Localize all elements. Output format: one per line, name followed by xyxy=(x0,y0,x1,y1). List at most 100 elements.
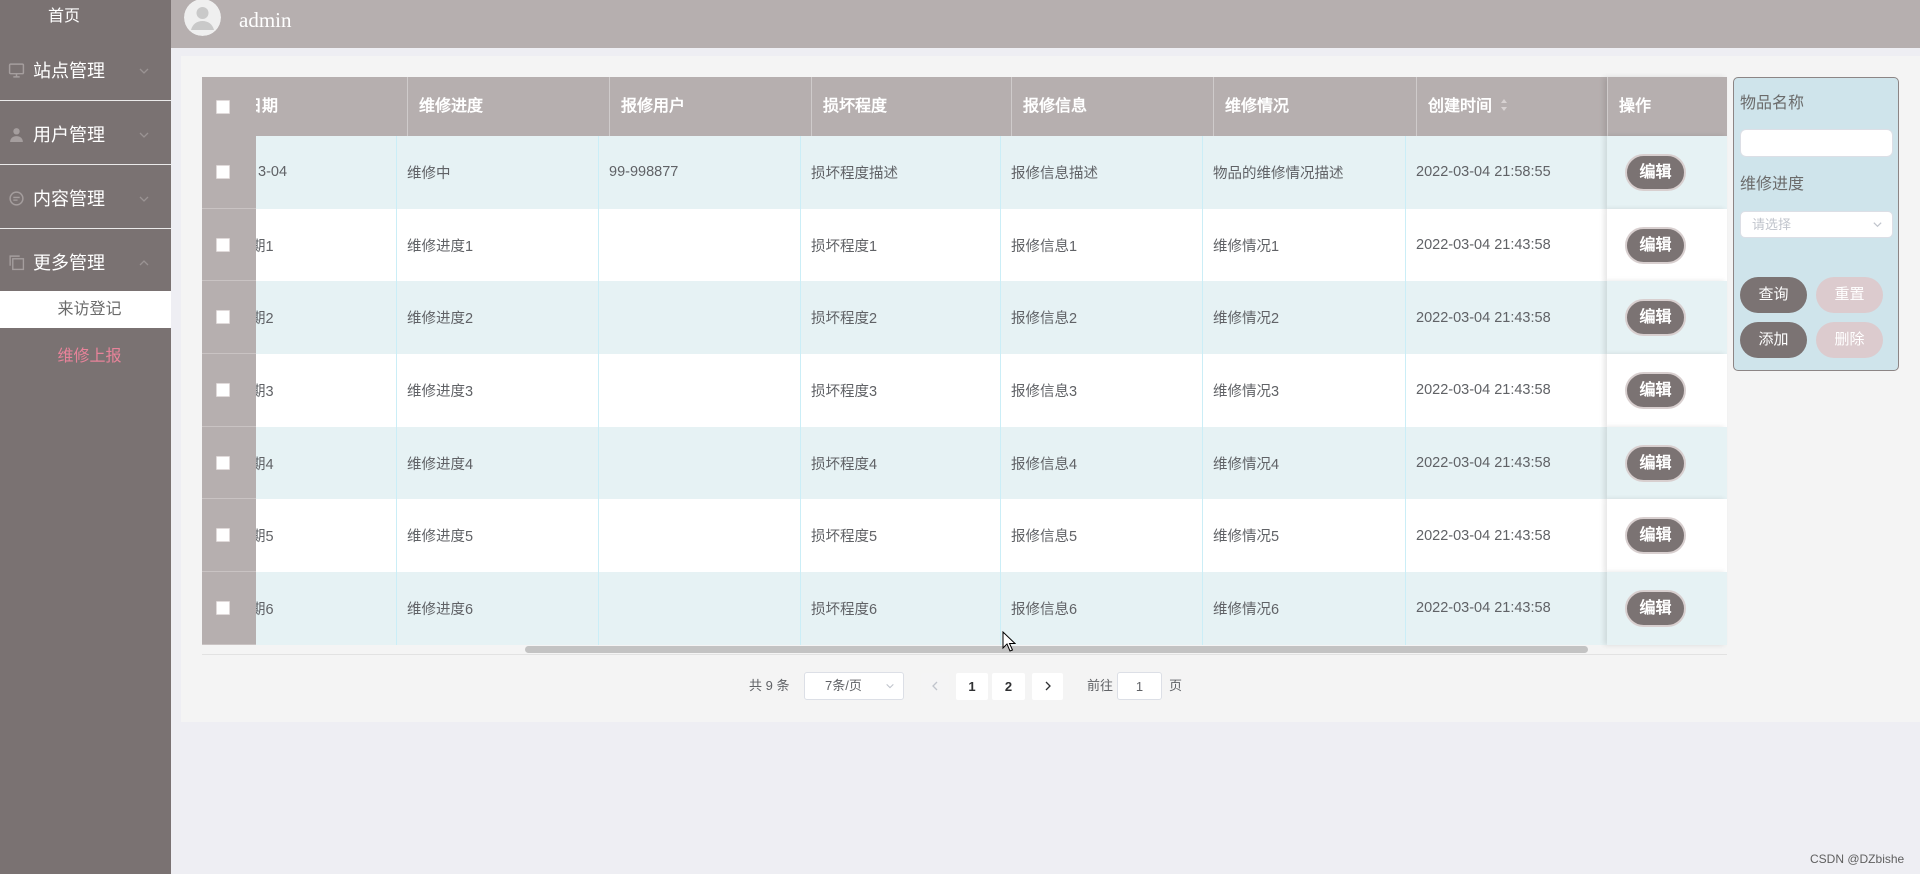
goto-page-input[interactable] xyxy=(1117,672,1162,700)
cell-text: 维修情况2 xyxy=(1213,311,1280,328)
row-select-cell xyxy=(202,426,256,500)
edit-button[interactable]: 编辑 xyxy=(1625,589,1686,627)
page-size-value: 7条/页 xyxy=(825,678,862,693)
info-cell: 报修信息1 xyxy=(1000,208,1213,282)
sidebar-item-site-management[interactable]: 站点管理 xyxy=(0,41,171,101)
cell-text: 2022-03-04 21:58:55 xyxy=(1416,164,1551,181)
item-name-label: 物品名称 xyxy=(1740,95,1805,112)
cell-text: 期4 xyxy=(256,456,274,473)
cell-text: 2022-03-04 21:43:58 xyxy=(1416,382,1551,399)
cell-text: 维修进度3 xyxy=(407,383,474,400)
page-number-1[interactable]: 1 xyxy=(956,673,988,700)
user-cell xyxy=(598,208,811,282)
progress-cell: 维修进度3 xyxy=(396,354,609,427)
sidebar-subitem-repair-report[interactable]: 维修上报 xyxy=(0,338,171,375)
damage-cell: 损坏程度2 xyxy=(800,281,1011,354)
sidebar-subitem-visitor-register[interactable]: 来访登记 xyxy=(0,291,171,328)
row-checkbox[interactable] xyxy=(216,600,230,615)
sidebar-item-home[interactable]: 首页 xyxy=(0,5,128,29)
repair-progress-select[interactable]: 请选择 xyxy=(1740,211,1893,238)
column-header-progress: 维修进度 xyxy=(407,77,609,136)
date-cell: 3-04 xyxy=(256,136,407,209)
date-cell: 期5 xyxy=(256,499,407,572)
goto-label: 前往 xyxy=(1087,678,1114,693)
username[interactable]: admin xyxy=(239,0,292,40)
cell-text: 报修信息5 xyxy=(1011,529,1078,546)
cell-text: 物品的维修情况描述 xyxy=(1213,165,1344,182)
row-checkbox[interactable] xyxy=(216,528,230,543)
horizontal-scrollbar[interactable] xyxy=(202,645,1727,655)
row-checkbox[interactable] xyxy=(216,310,230,325)
edit-button[interactable]: 编辑 xyxy=(1625,226,1686,264)
table-row: 期4 维修进度4 损坏程度4 报修信息4 维修情况4 2022-03-04 21:43:5… xyxy=(202,426,1727,500)
progress-cell: 维修中 xyxy=(396,136,609,209)
table-row: 期5 维修进度5 损坏程度5 报修信息5 维修情况5 2022-03-04 21:43:5… xyxy=(202,499,1727,573)
damage-cell: 损坏程度1 xyxy=(800,208,1011,282)
cell-text: 2022-03-04 21:43:58 xyxy=(1416,455,1551,472)
status-cell: 维修情况6 xyxy=(1202,572,1416,645)
cell-text: 报修信息2 xyxy=(1011,311,1078,328)
page-number-2[interactable]: 2 xyxy=(992,673,1025,700)
scrollbar-thumb[interactable] xyxy=(525,646,1588,653)
row-checkbox[interactable] xyxy=(216,455,230,470)
column-header-label: 维修进度 xyxy=(419,98,484,115)
chevron-down-icon xyxy=(1873,222,1882,228)
row-checkbox[interactable] xyxy=(216,382,230,397)
table-body: 3-04 维修中 99-998877 损坏程度描述 报修信息描述 物品的维修情况描述 202… xyxy=(202,136,1727,645)
sidebar-item-content-management[interactable]: 内容管理 xyxy=(0,169,171,229)
avatar-icon[interactable] xyxy=(184,0,221,36)
column-header-label: 操作 xyxy=(1619,98,1652,115)
cell-text: 期5 xyxy=(256,529,274,546)
sidebar-item-more-management[interactable]: 更多管理 xyxy=(0,233,171,291)
user-cell: 99-998877 xyxy=(598,136,811,209)
actions-cell: 编辑 xyxy=(1607,208,1727,282)
select-all-checkbox[interactable] xyxy=(216,99,230,114)
info-cell: 报修信息5 xyxy=(1000,499,1213,572)
search-button[interactable]: 查询 xyxy=(1740,277,1807,313)
add-button[interactable]: 添加 xyxy=(1740,322,1807,358)
cell-text: 期2 xyxy=(256,311,274,328)
chevron-down-icon xyxy=(139,68,149,74)
column-header-label: 损坏程度 xyxy=(823,98,888,115)
status-cell: 维修情况2 xyxy=(1202,281,1416,354)
status-cell: 物品的维修情况描述 xyxy=(1202,136,1416,209)
cell-text: 2022-03-04 21:43:58 xyxy=(1416,309,1551,326)
row-checkbox[interactable] xyxy=(216,237,230,252)
cell-text: 维修进度1 xyxy=(407,238,474,255)
edit-button[interactable]: 编辑 xyxy=(1625,153,1686,191)
cell-text: 损坏程度描述 xyxy=(811,165,898,182)
prev-page-button[interactable] xyxy=(921,673,949,700)
delete-button[interactable]: 删除 xyxy=(1816,322,1883,358)
table-row: 期2 维修进度2 损坏程度2 报修信息2 维修情况2 2022-03-04 21:43:5… xyxy=(202,281,1727,355)
cell-text: 维修情况3 xyxy=(1213,383,1280,400)
sidebar-item-user-management[interactable]: 用户管理 xyxy=(0,105,171,165)
row-select-cell xyxy=(202,354,256,427)
row-select-cell xyxy=(202,208,256,282)
sidebar-item-label: 更多管理 xyxy=(33,253,105,273)
sort-icon[interactable] xyxy=(1500,98,1508,112)
item-name-input[interactable] xyxy=(1740,129,1893,157)
select-all-cell xyxy=(202,77,256,136)
cell-text: 报修信息描述 xyxy=(1011,165,1098,182)
edit-button[interactable]: 编辑 xyxy=(1625,444,1686,482)
page-size-select[interactable]: 7条/页 xyxy=(804,672,904,700)
cell-text: 维修情况5 xyxy=(1213,529,1280,546)
row-select-cell xyxy=(202,281,256,355)
created-cell: 2022-03-04 21:58:55 xyxy=(1405,136,1607,209)
reset-button[interactable]: 重置 xyxy=(1816,277,1883,313)
column-header-created[interactable]: 创建时间 xyxy=(1416,77,1607,136)
table-header: 日期 维修进度 报修用户 损坏程度 报修信息 维修情况 创建时间 操作 xyxy=(202,77,1727,136)
edit-button[interactable]: 编辑 xyxy=(1625,371,1686,409)
edit-button[interactable]: 编辑 xyxy=(1625,517,1686,555)
filter-panel: 物品名称 维修进度 请选择 查询 重置 添加 删除 xyxy=(1733,77,1899,371)
cell-text: 维修进度4 xyxy=(407,456,474,473)
edit-button[interactable]: 编辑 xyxy=(1625,299,1686,337)
date-cell: 期2 xyxy=(256,281,407,354)
cell-text: 报修信息3 xyxy=(1011,383,1078,400)
info-cell: 报修信息4 xyxy=(1000,426,1213,500)
actions-cell: 编辑 xyxy=(1607,499,1727,573)
created-cell: 2022-03-04 21:43:58 xyxy=(1405,281,1607,354)
column-header-user: 报修用户 xyxy=(609,77,811,136)
row-checkbox[interactable] xyxy=(216,164,230,179)
next-page-button[interactable] xyxy=(1032,673,1063,700)
